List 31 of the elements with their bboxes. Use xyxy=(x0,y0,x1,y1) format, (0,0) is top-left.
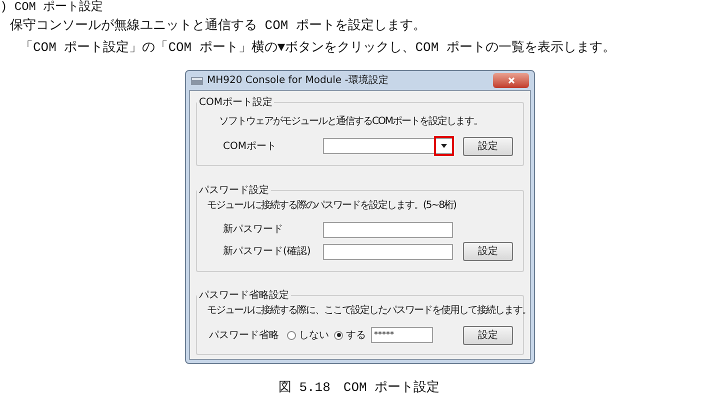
group-title: パスワード設定 xyxy=(198,184,270,198)
set-button[interactable]: 設定 xyxy=(463,326,513,344)
group-description: ソフトウェアがモジュールと通信するCOMポートを設定します。 xyxy=(219,114,482,129)
close-icon xyxy=(508,77,514,84)
field-label: 新パスワード xyxy=(223,222,284,237)
radio-button[interactable] xyxy=(287,330,296,340)
password-field[interactable] xyxy=(323,222,453,238)
field-label: 新パスワード(確認) xyxy=(223,244,312,259)
set-button[interactable]: 設定 xyxy=(463,136,513,156)
password-field[interactable]: ***** xyxy=(371,327,433,343)
paragraph: 「COM ポート設定」の「COM ポート」横の▼ボタンをクリックし、COM ポートの一覧を表示します。 xyxy=(19,39,616,57)
set-button[interactable]: 設定 xyxy=(463,242,513,261)
field-label: COMポート xyxy=(223,140,278,154)
window-title: MH920 Console for Module -環境設定 xyxy=(207,74,388,88)
section-heading: ) COM ポート設定 xyxy=(0,0,104,14)
radio-option[interactable]: する xyxy=(334,328,366,342)
field-label: パスワード省略 xyxy=(209,328,280,342)
group-description: モジュールに接続する際に、ここで設定したパスワードを使用して接続します。 xyxy=(207,304,531,318)
caret-icon xyxy=(441,144,447,148)
dropdown-button[interactable] xyxy=(434,136,454,156)
radio-button[interactable] xyxy=(334,330,343,340)
app-icon xyxy=(191,76,203,84)
radio-option[interactable]: しない xyxy=(287,328,329,342)
paragraph: 保守コンソールが無線ユニットと通信する COM ポートを設定します。 xyxy=(9,17,426,35)
group-description: モジュールに接続する際のパスワードを設定します。(5~8桁) xyxy=(207,198,456,212)
group-title: COMポート設定 xyxy=(198,96,274,110)
combo-box[interactable] xyxy=(323,138,453,154)
figure-caption: 図 5.18 COM ポート設定 xyxy=(277,379,441,397)
password-field[interactable] xyxy=(323,244,453,260)
close-button[interactable] xyxy=(493,73,529,88)
group-title: パスワード省略設定 xyxy=(198,288,290,303)
